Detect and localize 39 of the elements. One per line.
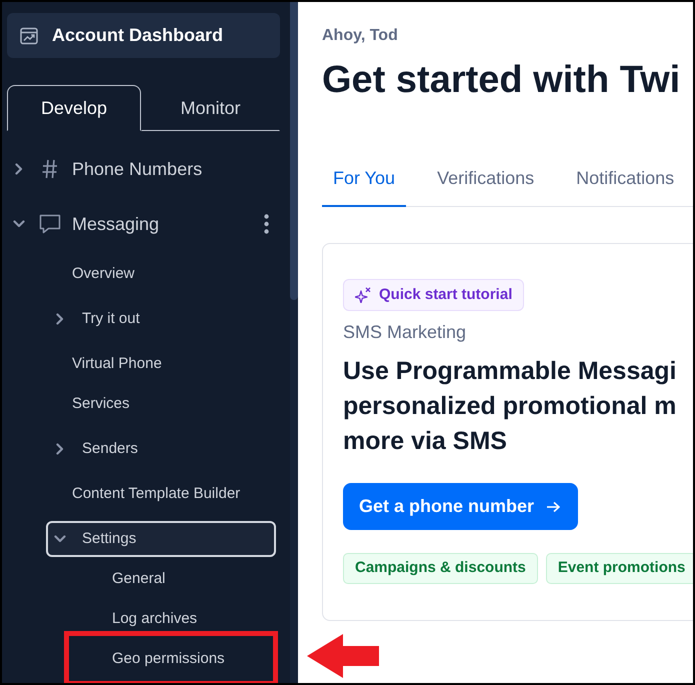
sidebar-item[interactable]: Log archives	[69, 599, 273, 639]
get-number-button[interactable]: Get a phone number	[343, 483, 578, 530]
content-tab[interactable]: Verifications	[426, 152, 546, 207]
arrow-right-icon	[546, 500, 560, 512]
sidebar-item[interactable]: Phone Numbers	[7, 144, 280, 194]
card-category: SMS Marketing	[343, 321, 468, 344]
annotation-arrow	[307, 634, 379, 678]
page-title: Get started with Twi	[322, 58, 682, 103]
topic-tag[interactable]: Event promotions	[546, 553, 693, 584]
sidebar-item[interactable]: Overview	[46, 254, 276, 294]
sidebar-item[interactable]: Services	[46, 384, 276, 424]
sidebar-tab[interactable]: Develop	[7, 85, 141, 131]
hash-icon	[42, 159, 58, 179]
sidebar-item[interactable]: Geo permissions	[69, 639, 273, 679]
trend-chart-icon	[20, 26, 38, 44]
sidebar-item[interactable]: Messaging	[7, 199, 280, 249]
sidebar-item[interactable]: Settings	[46, 521, 276, 557]
greeting: Ahoy, Tod	[322, 27, 399, 45]
sidebar-item[interactable]: Senders	[46, 431, 276, 467]
chevron-down-icon	[13, 220, 25, 228]
sidebar-item[interactable]: Virtual Phone	[46, 344, 276, 384]
sparkle-icon	[355, 287, 371, 303]
topic-tag[interactable]: Campaigns & discounts	[343, 553, 538, 584]
content-tab[interactable]: Notifications	[565, 152, 686, 207]
sidebar-item[interactable]: Try it out	[46, 301, 276, 337]
tutorial-label: Quick start tutorial	[379, 284, 512, 305]
chevron-down-icon	[54, 535, 66, 543]
card-headline: Use Programmable Messagi personalized promotional m more via SMS	[343, 356, 678, 457]
more-icon[interactable]	[264, 214, 269, 234]
chat-bubble-icon	[39, 214, 61, 234]
chevron-right-icon	[15, 163, 23, 175]
content-tab[interactable]: For You	[322, 152, 406, 207]
sidebar-tab[interactable]: Monitor	[141, 85, 280, 131]
sidebar-item[interactable]: Content Template Builder	[46, 474, 276, 514]
sidebar-item[interactable]: General	[69, 559, 273, 599]
chevron-right-icon	[56, 313, 64, 325]
dashboard-button[interactable]: Account Dashboard	[7, 13, 280, 58]
chevron-right-icon	[56, 443, 64, 455]
scrollbar-thumb[interactable]	[290, 2, 298, 300]
